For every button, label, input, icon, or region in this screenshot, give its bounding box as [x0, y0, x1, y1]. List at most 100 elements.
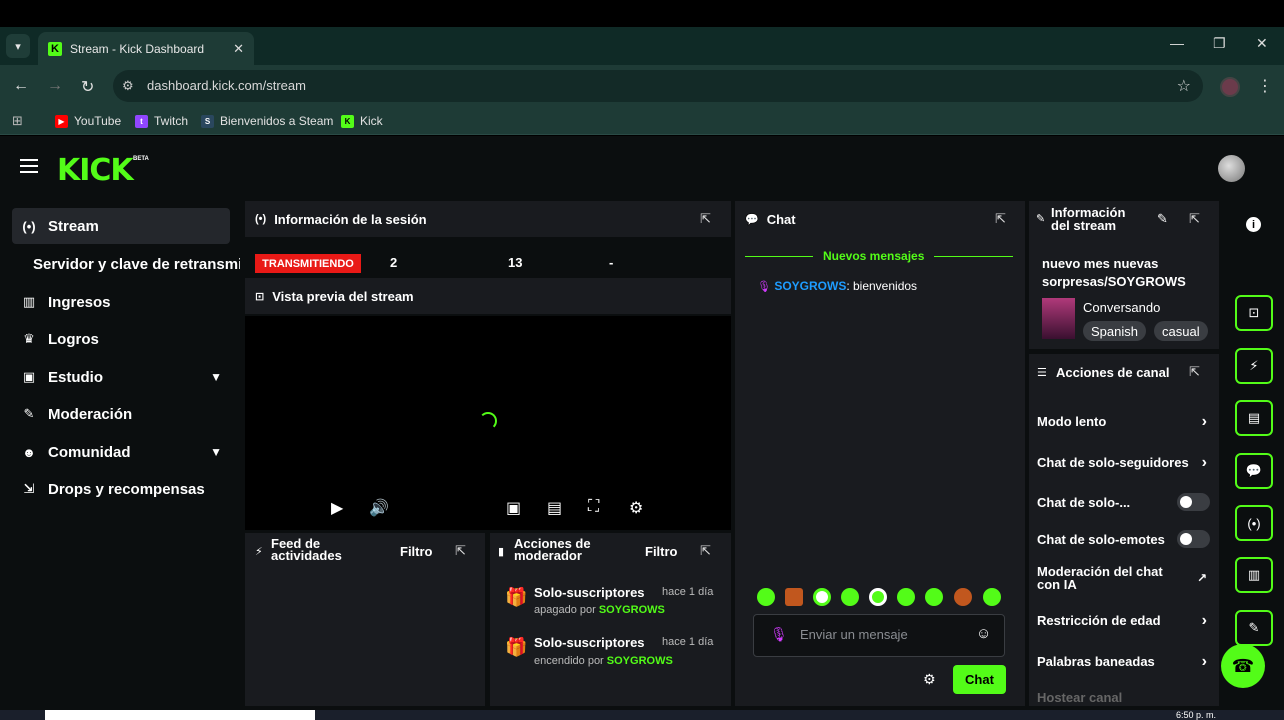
user-avatar[interactable]	[1218, 155, 1245, 182]
forward-icon[interactable]: →	[47, 77, 63, 95]
info-icon[interactable]: i	[1246, 217, 1261, 232]
browser-profile-avatar[interactable]	[1220, 77, 1240, 97]
sidebar-item-stream-key[interactable]: Servidor y clave de retransmisión	[33, 256, 240, 273]
restore-icon[interactable]: ❐	[1213, 35, 1226, 52]
action-restriccion-edad[interactable]: Restricción de edad ›	[1037, 612, 1207, 629]
sidebar-item-comunidad[interactable]: ☻ Comunidad ▼	[12, 434, 230, 470]
fullscreen-icon[interactable]: ⛶	[588, 498, 599, 516]
steam-icon: S	[201, 114, 214, 128]
bookmark-steam[interactable]: S Bienvenidos a Steam	[201, 114, 333, 128]
emote-1-icon[interactable]	[757, 588, 775, 606]
volume-icon[interactable]: 🔊	[369, 498, 389, 518]
tab-search-button[interactable]: ▾	[6, 34, 30, 58]
apps-grid-icon[interactable]: ⊞	[12, 113, 23, 129]
popout-icon[interactable]: ⇱	[700, 211, 711, 227]
by-user[interactable]: SOYGROWS	[599, 604, 665, 616]
settings-gear-icon[interactable]: ⚙	[629, 498, 643, 518]
channel-actions-icon: ☰	[1037, 367, 1047, 379]
send-chat-button[interactable]: Chat	[953, 665, 1006, 694]
site-info-icon[interactable]: ⚙	[122, 78, 134, 94]
emote-6-icon[interactable]	[897, 588, 915, 606]
sidebar-item-estudio[interactable]: ▣ Estudio ▼	[12, 359, 230, 395]
play-icon[interactable]: ▶	[331, 498, 343, 518]
by-user[interactable]: SOYGROWS	[607, 655, 673, 667]
os-taskbar: 6:50 p. m.	[0, 710, 1284, 720]
action-solo-seguidores[interactable]: Chat de solo-seguidores ›	[1037, 454, 1207, 473]
sidebar-item-moderacion[interactable]: ✎ Moderación	[12, 396, 230, 432]
emote-9-icon[interactable]	[983, 588, 1001, 606]
minimize-icon[interactable]: —	[1170, 35, 1184, 51]
emote-5-icon[interactable]	[869, 588, 887, 606]
rail-preview-button[interactable]: ⊡	[1235, 295, 1273, 331]
close-window-icon[interactable]: ✕	[1256, 35, 1268, 52]
rail-wrench-button[interactable]: ✎	[1235, 610, 1273, 646]
toggle-solo-suscriptores[interactable]	[1177, 493, 1210, 511]
sidebar-item-drops[interactable]: ⇲ Drops y recompensas	[12, 471, 230, 507]
bookmark-twitch[interactable]: t Twitch	[135, 114, 188, 128]
popout-icon[interactable]: ⇱	[700, 543, 711, 559]
chat-username[interactable]: SOYGROWS	[774, 279, 846, 293]
bookmark-kick[interactable]: K Kick	[341, 114, 383, 128]
action-modo-lento[interactable]: Modo lento ›	[1037, 413, 1207, 430]
reload-icon[interactable]: ↻	[81, 77, 94, 97]
rail-chat-button[interactable]: 💬	[1235, 453, 1273, 489]
tab-strip: ▾ K Stream - Kick Dashboard ✕ +	[0, 27, 1284, 80]
session-info-panel: (•) Información de la sesión ⇱	[245, 201, 731, 237]
preview-icon: ⊡	[255, 290, 265, 303]
edit-pencil-icon[interactable]: ✎	[1157, 211, 1168, 227]
emote-4-icon[interactable]	[841, 588, 859, 606]
mod-filter-button[interactable]: Filtro	[645, 544, 678, 559]
action-palabras-baneadas[interactable]: Palabras baneadas ›	[1037, 653, 1207, 670]
activity-filter-button[interactable]: Filtro	[400, 544, 433, 559]
wrench-icon: ✎	[1248, 620, 1260, 635]
stream-preview-header: ⊡ Vista previa del stream	[245, 278, 731, 314]
followers-stat: 13	[508, 255, 523, 270]
chat-input-box[interactable]: 🎙 ☺	[753, 614, 1005, 657]
sidebar-item-ingresos[interactable]: ▥ Ingresos	[12, 284, 230, 320]
popout-icon[interactable]: ⇱	[1189, 211, 1200, 227]
popout-icon[interactable]: ⇱	[1189, 364, 1200, 380]
tab-title: Stream - Kick Dashboard	[70, 41, 205, 56]
tag-spanish[interactable]: Spanish	[1083, 321, 1146, 341]
category-name[interactable]: Conversando	[1083, 300, 1160, 315]
action-moderacion-ia[interactable]: Moderación del chat con IA ↗	[1037, 565, 1207, 591]
omnibox[interactable]: ⚙ dashboard.kick.com/stream ☆	[113, 70, 1203, 102]
emote-3-icon[interactable]	[813, 588, 831, 606]
rail-notes-button[interactable]: ▤	[1235, 400, 1273, 436]
sidebar-item-stream[interactable]: (•) Stream	[12, 208, 230, 244]
sidebar-item-logros[interactable]: ♛ Logros	[12, 321, 230, 357]
browser-menu-icon[interactable]: ⋮	[1257, 76, 1273, 96]
popout-icon[interactable]: ⇱	[455, 543, 466, 559]
taskbar-search[interactable]	[45, 710, 315, 720]
toggle-solo-emotes[interactable]	[1177, 530, 1210, 548]
chat-settings-icon[interactable]: ⚙	[923, 671, 936, 688]
close-tab-icon[interactable]: ✕	[233, 41, 244, 57]
action-label: Chat de solo-emotes	[1037, 532, 1165, 547]
chat-message-input[interactable]	[800, 627, 970, 642]
back-icon[interactable]: ←	[13, 77, 29, 95]
emote-7-icon[interactable]	[925, 588, 943, 606]
sidebar-item-label: Moderación	[48, 405, 133, 423]
rail-activity-button[interactable]: ⚡	[1235, 348, 1273, 384]
emote-2-icon[interactable]	[785, 588, 803, 606]
drops-icon: ⇲	[23, 481, 35, 496]
theater-icon[interactable]: ▤	[547, 498, 562, 518]
emoji-icon[interactable]: ☺	[976, 625, 991, 642]
video-player[interactable]: ▶ 🔊 ▣ ▤ ⛶ ⚙	[245, 316, 731, 530]
tag-casual[interactable]: casual	[1154, 321, 1208, 341]
rail-session-button[interactable]: (•)	[1235, 505, 1273, 541]
rail-mod-button[interactable]: ▥	[1235, 557, 1273, 593]
action-hostear-canal[interactable]: Hostear canal	[1037, 690, 1207, 705]
pip-icon[interactable]: ▣	[506, 498, 521, 518]
hamburger-menu-icon[interactable]	[20, 159, 38, 177]
popout-icon[interactable]: ⇱	[995, 211, 1006, 227]
help-chat-button[interactable]: ☎	[1221, 644, 1265, 688]
kick-logo[interactable]: KICK	[57, 153, 134, 188]
emote-8-icon[interactable]	[954, 588, 972, 606]
browser-tab[interactable]: K Stream - Kick Dashboard ✕	[38, 32, 254, 65]
sidebar-item-label: Estudio	[48, 368, 103, 386]
category-thumbnail[interactable]	[1042, 298, 1075, 339]
bookmark-star-icon[interactable]: ☆	[1177, 76, 1191, 96]
bookmark-youtube[interactable]: ▶ YouTube	[55, 114, 121, 128]
url-text[interactable]: dashboard.kick.com/stream	[147, 78, 306, 93]
